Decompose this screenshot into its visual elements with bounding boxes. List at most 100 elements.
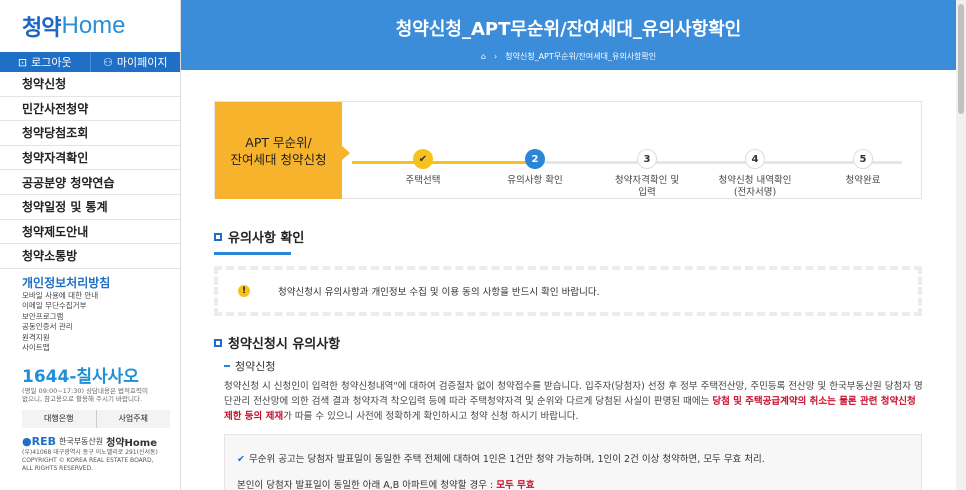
- footer: ●REB 한국부동산원 청약Home (우)41068 대구광역시 동구 이노밸…: [0, 428, 180, 473]
- copyright: ALL RIGHTS RESERVED.: [22, 464, 94, 472]
- privacy-links: 개인정보처리방침 모바일 사용에 대한 안내 이메일 무단수집거부 보안프로그램…: [0, 269, 180, 354]
- footer-link[interactable]: 보안프로그램: [22, 312, 180, 323]
- footer-link[interactable]: 모바일 사용에 대한 안내: [22, 291, 180, 302]
- sidebar-item-community[interactable]: 청약소통방: [0, 244, 180, 269]
- mypage-label: 마이페이지: [116, 56, 168, 69]
- step-number: 5: [853, 149, 873, 169]
- notice-box: ! 청약신청시 유의사항과 개인정보 수집 및 이용 동의 사항을 반드시 확인…: [214, 266, 922, 316]
- step-3: 3 청약자격확인 및 입력: [592, 149, 702, 199]
- rule-item: 본인이 당첨자 발표일이 동일한 아래 A,B 아파트에 청약할 경우 : 모두…: [237, 477, 921, 490]
- rule-text: 본인이 당첨자 발표일이 동일한 아래 A,B 아파트에 청약할 경우 :: [237, 480, 497, 490]
- rule-highlight: 모두 무효: [496, 480, 535, 490]
- mypage-button[interactable]: ⚇ 마이페이지: [91, 52, 181, 72]
- apply-notice-paragraph: 청약신청 시 신청인이 입력한 청약신청내역"에 대하여 검증절차 없이 청약접…: [224, 379, 924, 424]
- square-bullet-icon: [214, 232, 222, 241]
- phone-number: 1644-칠사사오: [22, 366, 139, 387]
- step-label: 주택선택: [368, 175, 478, 187]
- logout-button[interactable]: ⊡ 로그아웃: [0, 52, 91, 72]
- stepper-title-line: 잔여세대 청약신청: [230, 151, 327, 167]
- privacy-policy-link[interactable]: 개인정보처리방침: [22, 274, 180, 291]
- subsection-title: 청약신청: [224, 358, 922, 374]
- footer-link[interactable]: 이메일 무단수집거부: [22, 301, 180, 312]
- page-header: 청약신청_APT무순위/잔여세대_유의사항확인 ⌂ › 청약신청_APT무순위/…: [181, 0, 956, 70]
- step-number: 2: [525, 149, 545, 169]
- step-label-line: 청약신청 내역확인: [718, 175, 792, 186]
- logo-text: 청약: [22, 16, 61, 41]
- section-title-text: 청약신청시 유의사항: [228, 337, 341, 352]
- lock-icon: ⊡: [17, 55, 28, 69]
- logo-text-en: Home: [61, 12, 126, 39]
- stepper-title-line: APT 무순위/: [245, 134, 312, 150]
- step-label: 청약자격확인 및 입력: [592, 175, 702, 199]
- step-number: 4: [745, 149, 765, 169]
- phone-hours: (평일 09:00~17:30) 상담내용은 법적효력이: [22, 386, 148, 395]
- step-5: 5 청약완료: [808, 149, 918, 187]
- step-label-line: 청약완료: [845, 175, 881, 186]
- sidebar-item-pre-apply[interactable]: 민간사전청약: [0, 97, 180, 122]
- step-1: ✔ 주택선택: [368, 149, 478, 187]
- step-label-line: 입력: [638, 187, 656, 198]
- exclamation-icon: !: [238, 285, 250, 297]
- sidebar-item-qualify[interactable]: 청약자격확인: [0, 146, 180, 171]
- sidebar-item-practice[interactable]: 공공분양 청약연습: [0, 170, 180, 195]
- notice-text: 청약신청시 유의사항과 개인정보 수집 및 이용 동의 사항을 반드시 확인 바…: [278, 287, 600, 298]
- chevron-right-icon: ›: [493, 52, 498, 61]
- square-bullet-icon: [214, 338, 222, 347]
- section-title: 청약신청시 유의사항: [214, 333, 922, 352]
- step-label-line: 청약자격확인 및: [614, 175, 680, 186]
- check-icon: ✔: [413, 149, 433, 169]
- check-icon: ✔: [237, 454, 245, 465]
- stepper-steps: ✔ 주택선택 2 유의사항 확인 3 청약자격확인 및 입력 4 청약신청 내역…: [342, 102, 921, 198]
- section-title: 유의사항 확인: [214, 227, 922, 246]
- stepper: APT 무순위/ 잔여세대 청약신청 ✔ 주택선택 2 유의사항 확인 3 청약…: [214, 101, 922, 199]
- sidebar-item-apply[interactable]: 청약신청: [0, 72, 180, 97]
- call-center: 1644-칠사사오 (평일 09:00~17:30) 상담내용은 법적효력이 없…: [0, 354, 180, 404]
- footer-link[interactable]: 사이트맵: [22, 343, 180, 354]
- phone-note: 없으니, 참고용으로 활용해 주시기 바랍니다.: [22, 395, 143, 404]
- reb-logo-icon: ●REB: [22, 434, 56, 448]
- agent-bank-link[interactable]: 대행은행: [22, 409, 97, 428]
- step-number: 3: [637, 149, 657, 169]
- breadcrumb: ⌂ › 청약신청_APT무순위/잔여세대_유의사항확인: [181, 51, 956, 62]
- home-icon[interactable]: ⌂: [481, 52, 486, 61]
- partner-links: 대행은행 사업주체: [22, 409, 171, 428]
- scrollbar[interactable]: [956, 0, 966, 490]
- page-title: 청약신청_APT무순위/잔여세대_유의사항확인: [395, 19, 742, 40]
- stepper-title: APT 무순위/ 잔여세대 청약신청: [215, 102, 350, 199]
- dash-bullet-icon: [224, 365, 230, 367]
- step-label: 청약완료: [808, 175, 918, 187]
- reb-logo: ●REB 한국부동산원 청약Home: [22, 434, 180, 449]
- sidebar-item-schedule[interactable]: 청약일정 및 통계: [0, 195, 180, 220]
- address: (우)41068 대구광역시 동구 이노밸리로 291(신서동): [22, 448, 158, 456]
- paragraph-text: 가 따를 수 있으니 사전에 정확하게 확인하시고 청약 신청 하시기 바랍니다…: [283, 411, 579, 422]
- footer-link[interactable]: 공동인증서 관리: [22, 322, 180, 333]
- account-bar: ⊡ 로그아웃 ⚇ 마이페이지: [0, 52, 180, 72]
- scrollbar-thumb[interactable]: [958, 4, 964, 114]
- business-link[interactable]: 사업주체: [97, 410, 171, 428]
- step-label-line: 유의사항 확인: [507, 175, 563, 186]
- step-label: 유의사항 확인: [480, 175, 590, 187]
- rule-text: 무순위 공고는 당첨자 발표일이 동일한 주택 전체에 대하여 1인은 1건만 …: [248, 454, 765, 465]
- org-name: 한국부동산원: [58, 436, 104, 446]
- rule-item: ✔ 무순위 공고는 당첨자 발표일이 동일한 주택 전체에 대하여 1인은 1건만…: [237, 451, 921, 465]
- rule-box: ✔ 무순위 공고는 당첨자 발표일이 동일한 주택 전체에 대하여 1인은 1건만…: [224, 434, 922, 490]
- step-label-line: (전자서명): [733, 187, 777, 198]
- section-title-text: 유의사항 확인: [228, 231, 305, 246]
- step-label-line: 주택선택: [405, 175, 441, 186]
- subsection-title-text: 청약신청: [235, 360, 276, 373]
- sidebar-item-guide[interactable]: 청약제도안내: [0, 220, 180, 245]
- footer-link[interactable]: 원격지원: [22, 333, 180, 344]
- user-icon: ⚇: [103, 55, 113, 69]
- footer-logo-text: 청약Home: [106, 437, 157, 449]
- step-label: 청약신청 내역확인 (전자서명): [700, 175, 810, 199]
- sidebar: 청약 Home ⊡ 로그아웃 ⚇ 마이페이지 청약신청 민간사전청약 청약당첨조…: [0, 0, 181, 490]
- logo[interactable]: 청약 Home: [0, 0, 180, 52]
- step-2: 2 유의사항 확인: [480, 149, 590, 187]
- logout-label: 로그아웃: [31, 56, 72, 69]
- step-4: 4 청약신청 내역확인 (전자서명): [700, 149, 810, 199]
- section-underline: [214, 252, 291, 255]
- copyright: COPYRIGHT © KOREA REAL ESTATE BOARD,: [22, 456, 154, 464]
- breadcrumb-current: 청약신청_APT무순위/잔여세대_유의사항확인: [505, 52, 657, 61]
- sidebar-item-winner[interactable]: 청약당첨조회: [0, 121, 180, 146]
- main-content: APT 무순위/ 잔여세대 청약신청 ✔ 주택선택 2 유의사항 확인 3 청약…: [214, 70, 924, 490]
